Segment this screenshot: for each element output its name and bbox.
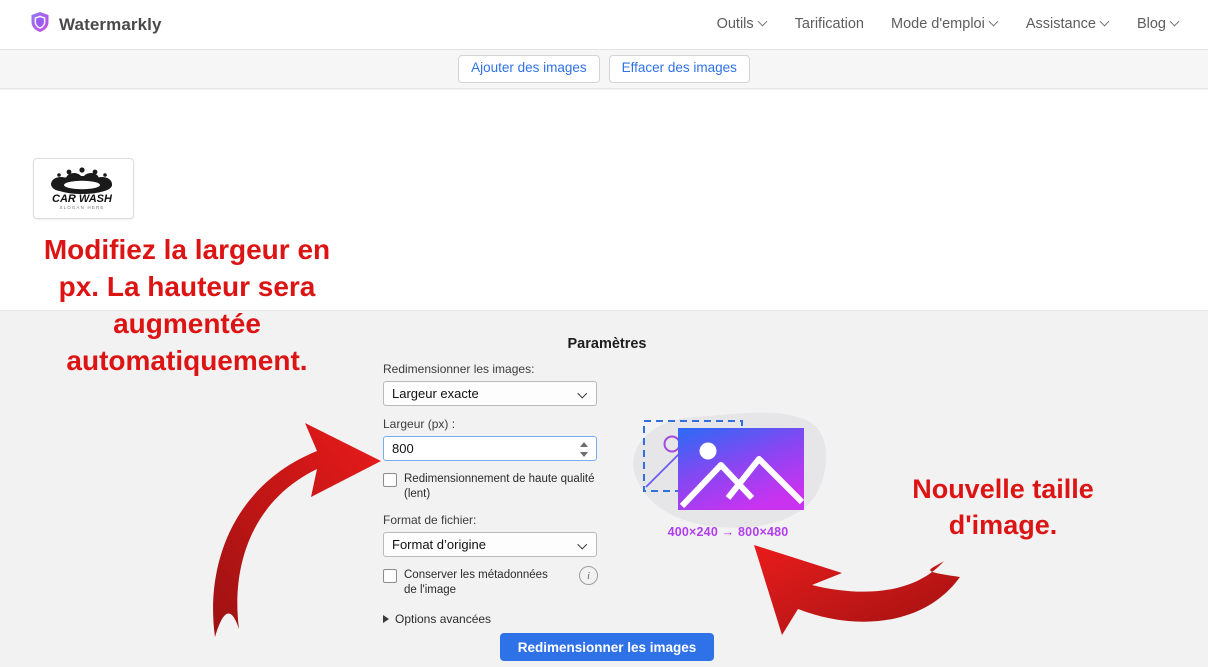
- sun-icon: [699, 442, 717, 460]
- chevron-down-icon: [990, 18, 999, 27]
- settings-panel: Redimensionner les images: Largeur exact…: [383, 362, 599, 626]
- file-format-label: Format de fichier:: [383, 513, 477, 528]
- advanced-options-toggle[interactable]: Options avancées: [383, 612, 599, 626]
- image-thumbnail[interactable]: CAR WASH SLOGAN HERE: [33, 158, 134, 219]
- stepper-down-icon[interactable]: [580, 452, 588, 457]
- width-label: Largeur (px) :: [383, 417, 456, 431]
- nav-label: Mode d'emploi: [890, 16, 985, 32]
- resize-mode-value: Largeur exacte: [392, 386, 479, 401]
- site-header: Watermarkly Outils Tarification Mode d'e…: [0, 0, 1208, 50]
- resize-mode-label: Redimensionner les images:: [383, 362, 535, 376]
- nav-item-outils[interactable]: Outils: [717, 16, 768, 32]
- svg-text:SLOGAN HERE: SLOGAN HERE: [60, 205, 105, 210]
- high-quality-row[interactable]: Redimensionnement de haute qualité (lent…: [383, 472, 599, 501]
- metadata-label: Conserver les métadonnées de l'image: [404, 569, 548, 597]
- resize-images-button[interactable]: Redimensionner les images: [500, 633, 714, 661]
- chevron-down-icon: [1171, 18, 1180, 27]
- settings-title: Paramètres: [567, 336, 647, 352]
- stage-lower: [0, 310, 1208, 667]
- brand-logo[interactable]: Watermarkly: [30, 11, 162, 38]
- nav-item-mode-demploi[interactable]: Mode d'emploi: [891, 16, 999, 32]
- add-images-button[interactable]: Ajouter des images: [458, 55, 600, 83]
- width-value: 800: [392, 441, 414, 456]
- shield-icon: [30, 11, 50, 38]
- width-input[interactable]: 800: [383, 436, 597, 461]
- info-icon[interactable]: i: [579, 566, 598, 586]
- nav-item-assistance[interactable]: Assistance: [1026, 16, 1110, 32]
- nav-label: Outils: [716, 16, 754, 32]
- width-stepper[interactable]: [580, 441, 589, 458]
- high-quality-label: Redimensionnement de haute qualité (lent…: [404, 473, 595, 500]
- stepper-up-icon[interactable]: [580, 442, 588, 447]
- resize-mode-select[interactable]: Largeur exacte: [383, 381, 597, 406]
- resized-image-rect: [678, 428, 804, 510]
- triangle-right-icon: [383, 614, 389, 623]
- metadata-checkbox[interactable]: [383, 569, 397, 584]
- nav-item-tarification[interactable]: Tarification: [795, 16, 864, 32]
- metadata-row[interactable]: Conserver les métadonnées de l'image i: [383, 566, 598, 597]
- chevron-down-icon: [579, 390, 587, 398]
- advanced-options-label: Options avancées: [395, 611, 492, 626]
- file-format-select[interactable]: Format d’origine: [383, 532, 597, 558]
- chevron-down-icon: [579, 541, 587, 549]
- image-toolbar: Ajouter des images Effacer des images: [0, 50, 1208, 89]
- file-format-value: Format d’origine: [392, 537, 486, 553]
- clear-images-button[interactable]: Effacer des images: [608, 55, 750, 83]
- nav-label: Assistance: [1025, 16, 1096, 32]
- nav-item-blog[interactable]: Blog: [1137, 16, 1180, 32]
- chevron-down-icon: [1101, 18, 1110, 27]
- nav-label: Tarification: [794, 16, 864, 32]
- nav-label: Blog: [1136, 16, 1166, 32]
- chevron-down-icon: [759, 18, 768, 27]
- svg-text:CAR WASH: CAR WASH: [52, 193, 113, 205]
- preview-size-text: 400×240 → 800×480: [667, 525, 789, 539]
- brand-name: Watermarkly: [59, 14, 162, 34]
- main-nav: Outils Tarification Mode d'emploi Assist…: [717, 16, 1180, 32]
- car-wash-logo-icon: CAR WASH SLOGAN HERE: [51, 167, 113, 210]
- high-quality-checkbox[interactable]: [383, 473, 397, 487]
- stage-upper: [0, 90, 1208, 310]
